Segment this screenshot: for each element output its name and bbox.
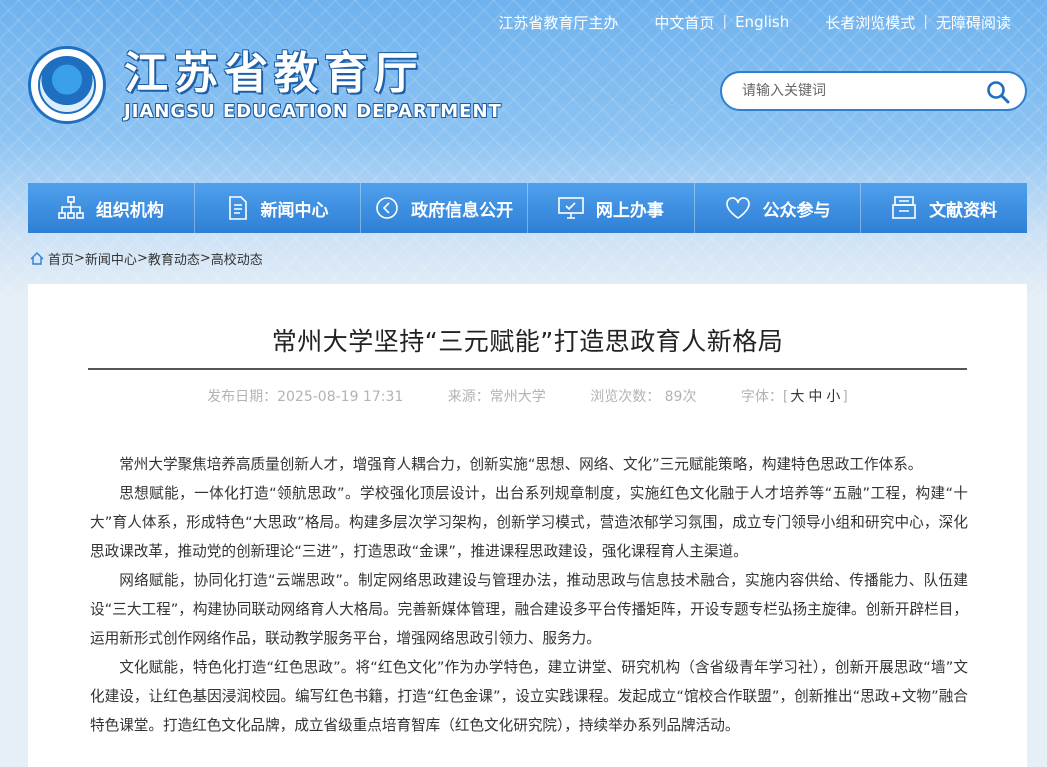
monitor-icon xyxy=(558,197,584,219)
brand: 江苏省教育厅 JIANGSU EDUCATION DEPARTMENT xyxy=(124,47,502,122)
font-size-label: 字体： xyxy=(740,389,783,405)
breadcrumb-news[interactable]: 新闻中心 xyxy=(85,249,137,268)
emblem-icon xyxy=(28,46,106,124)
english-link[interactable]: English xyxy=(727,13,797,31)
nav-label: 组织机构 xyxy=(95,200,164,221)
breadcrumb-university-news[interactable]: 高校动态 xyxy=(211,249,263,268)
chevron-circle-icon xyxy=(376,197,398,219)
nav-label: 新闻中心 xyxy=(260,200,329,221)
archive-icon xyxy=(892,196,916,219)
nav-item-online-service[interactable]: 网上办事 xyxy=(528,183,695,233)
breadcrumb-edu-news[interactable]: 教育动态 xyxy=(148,249,200,268)
org-chart-icon xyxy=(58,196,84,219)
publish-date: 发布日期：2025-08-19 17:31 xyxy=(207,389,404,405)
brand-name-cn: 江苏省教育厅 xyxy=(124,47,424,99)
font-small-button[interactable]: 小 xyxy=(826,389,840,405)
document-icon xyxy=(228,196,247,220)
article-body: 常州大学聚焦培养高质量创新人才，增强育人耦合力，创新实施“思想、网络、文化”三元… xyxy=(90,450,968,740)
view-count: 浏览次数： 89次 xyxy=(590,389,697,405)
top-links: 江苏省教育厅主办 中文首页 | English 长者浏览模式 | 无障碍阅读 xyxy=(490,10,1019,34)
article-paragraph: 思想赋能，一体化打造“领航思政”。学校强化顶层设计，出台系列规章制度，实施红色文… xyxy=(90,485,968,560)
breadcrumb-sep: > xyxy=(199,251,211,266)
site-logo[interactable]: 江苏省教育厅 JIANGSU EDUCATION DEPARTMENT xyxy=(28,46,502,124)
article-panel: 常州大学坚持“三元赋能”打造思政育人新格局 发布日期：2025-08-19 17… xyxy=(28,284,1027,767)
breadcrumb-sep: > xyxy=(136,251,148,266)
font-size-switcher: 字体：[大中小] xyxy=(740,389,848,405)
brand-name-en: JIANGSU EDUCATION DEPARTMENT xyxy=(124,100,502,122)
article-paragraph: 常州大学聚焦培养高质量创新人才，增强育人耦合力，创新实施“思想、网络、文化”三元… xyxy=(119,456,923,473)
nav-item-docs[interactable]: 文献资料 xyxy=(861,183,1027,233)
nav-item-public[interactable]: 公众参与 xyxy=(695,183,862,233)
main-nav: 组织机构 新闻中心 政府信息公开 网上办事 公众参与 文献资料 xyxy=(28,183,1027,233)
nav-label: 文献资料 xyxy=(929,200,998,221)
emblem-inner xyxy=(38,56,96,114)
home-cn-link[interactable]: 中文首页 xyxy=(646,12,722,33)
nav-item-news[interactable]: 新闻中心 xyxy=(195,183,362,233)
title-divider xyxy=(88,368,967,370)
breadcrumb: 首页 > 新闻中心 > 教育动态 > 高校动态 xyxy=(30,249,263,268)
article-paragraph: 文化赋能，特色化打造“红色思政”。将“红色文化”作为办学特色，建立讲堂、研究机构… xyxy=(90,659,968,734)
breadcrumb-home[interactable]: 首页 xyxy=(48,249,74,268)
nav-item-gov-info[interactable]: 政府信息公开 xyxy=(361,183,529,233)
elder-mode-link[interactable]: 长者浏览模式 xyxy=(817,12,923,33)
font-large-button[interactable]: 大 xyxy=(790,389,804,405)
font-medium-button[interactable]: 中 xyxy=(808,389,822,405)
article-paragraph: 网络赋能，协同化打造“云端思政”。制定网络思政建设与管理办法，推动思政与信息技术… xyxy=(90,572,968,647)
home-icon xyxy=(30,252,44,265)
nav-label: 公众参与 xyxy=(762,200,831,221)
nav-item-org[interactable]: 组织机构 xyxy=(28,183,195,233)
search-input[interactable] xyxy=(740,82,964,100)
breadcrumb-sep: > xyxy=(74,251,85,266)
article-source: 来源：常州大学 xyxy=(447,389,546,405)
nav-label: 网上办事 xyxy=(595,200,664,221)
nav-label: 政府信息公开 xyxy=(411,200,514,221)
search-box xyxy=(720,71,1027,111)
article-title: 常州大学坚持“三元赋能”打造思政育人新格局 xyxy=(271,327,784,356)
search-icon[interactable] xyxy=(985,79,1011,105)
article-meta: 发布日期：2025-08-19 17:31 来源：常州大学 浏览次数： 89次 … xyxy=(28,386,1027,406)
sponsor-link[interactable]: 江苏省教育厅主办 xyxy=(490,12,626,33)
heart-icon xyxy=(725,197,750,219)
accessible-reading-link[interactable]: 无障碍阅读 xyxy=(928,12,1019,33)
